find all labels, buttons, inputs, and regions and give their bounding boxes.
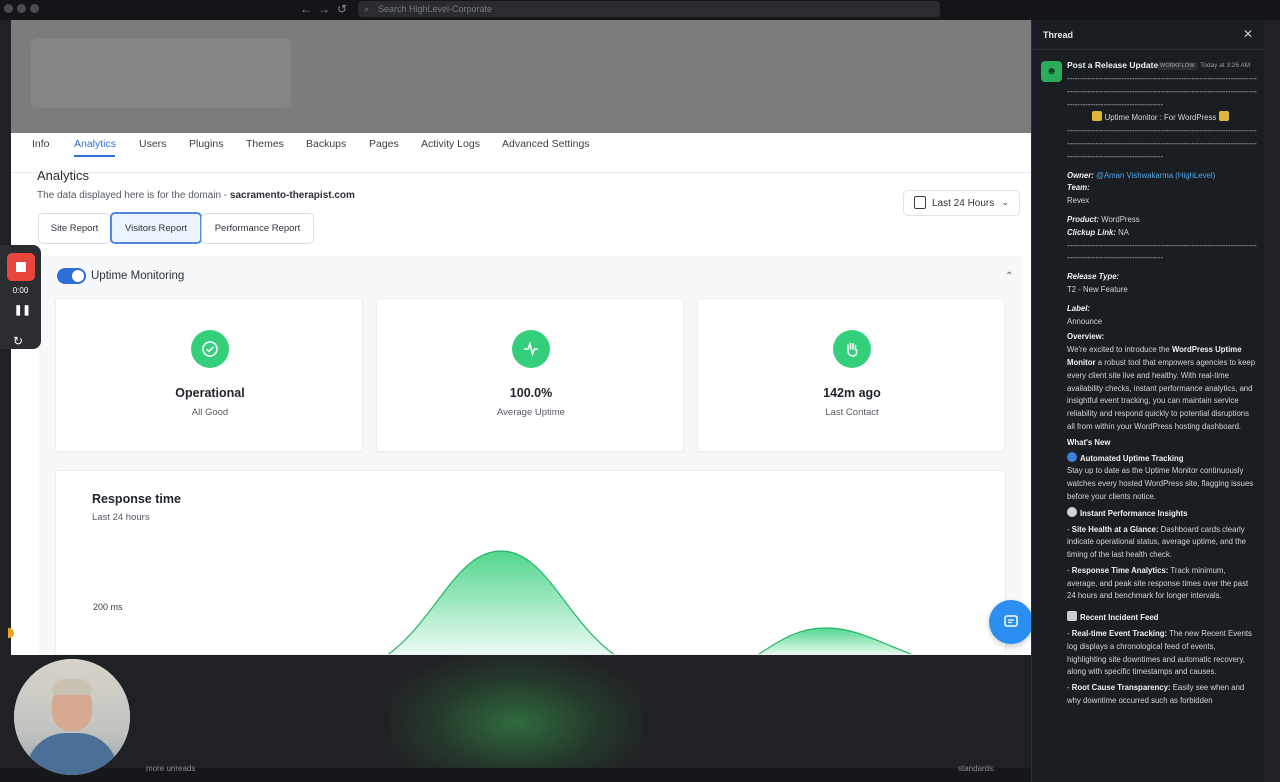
more-unreads-label[interactable]: more unreads — [146, 764, 195, 773]
minimize-window-button[interactable] — [17, 4, 26, 13]
page-title: Analytics — [37, 168, 90, 183]
stop-recording-button[interactable] — [7, 253, 35, 281]
window-chrome: ← → ↺ ⌕ Search HighLevel-Corporate — [0, 0, 1280, 20]
tab-advanced-settings[interactable]: Advanced Settings — [502, 138, 590, 150]
y-axis-label: 200 ms — [93, 602, 123, 612]
date-range-select[interactable]: Last 24 Hours ⌄ — [903, 190, 1020, 216]
newspaper-emoji-icon — [1067, 611, 1077, 622]
hand-icon — [833, 330, 871, 368]
release-headline: Uptime Monitor : For WordPress — [1104, 113, 1217, 123]
forward-arrow-icon[interactable]: → — [318, 2, 330, 16]
recording-timer: 0:00 — [12, 286, 29, 295]
close-window-button[interactable] — [4, 4, 13, 13]
search-input[interactable]: ⌕ Search HighLevel-Corporate — [358, 1, 940, 17]
workflow-avatar: ☻ — [1041, 61, 1062, 82]
status-value: Operational — [175, 386, 245, 400]
response-time-card: Response time Last 24 hours 200 ms — [55, 470, 1006, 655]
pause-icon[interactable]: ❚❚ — [14, 305, 31, 316]
close-icon[interactable]: ✕ — [1243, 27, 1253, 41]
webcam-bubble[interactable] — [14, 659, 130, 775]
status-card: Operational All Good — [55, 298, 363, 452]
recording-controls: 0:00 ❚❚ ↻ — [0, 245, 41, 349]
chevron-down-icon: ⌄ — [1001, 197, 1009, 207]
check-circle-icon — [191, 330, 229, 368]
response-time-title: Response time — [92, 492, 181, 506]
last-contact-label: Last Contact — [825, 407, 879, 418]
back-arrow-icon[interactable]: ← — [300, 2, 312, 16]
chart-emoji-icon — [1091, 111, 1102, 122]
domain-name: sacramento-therapist.com — [229, 190, 355, 201]
search-placeholder: Search HighLevel-Corporate — [378, 4, 493, 14]
poster-name[interactable]: Post a Release Update — [1067, 60, 1158, 70]
tab-activity-logs[interactable]: Activity Logs — [421, 138, 480, 150]
stopwatch-emoji-icon — [1067, 506, 1077, 517]
average-uptime-card: 100.0% Average Uptime — [376, 298, 684, 452]
calendar-icon — [914, 196, 926, 209]
dimmed-header-area — [11, 20, 1031, 133]
tab-info[interactable]: Info — [32, 138, 50, 150]
response-time-chart — [387, 550, 913, 654]
search-icon: ⌕ — [364, 4, 370, 14]
message-body: ----------------------------------------… — [1067, 74, 1257, 706]
active-tab-indicator — [74, 155, 115, 157]
chart-emoji-icon — [1219, 111, 1230, 122]
activity-icon — [512, 330, 550, 368]
tab-pages[interactable]: Pages — [369, 138, 399, 150]
last-contact-value: 142m ago — [823, 386, 881, 400]
tab-users[interactable]: Users — [139, 138, 166, 150]
chat-widget-button[interactable] — [989, 600, 1033, 644]
response-peak-1 — [387, 550, 615, 654]
workflow-badge: WORKFLOW — [1158, 62, 1197, 70]
left-sidebar-strip — [0, 20, 11, 782]
restart-icon[interactable]: ↻ — [13, 334, 23, 348]
bottom-right-text: standards. — [958, 764, 996, 773]
site-report-button[interactable]: Site Report — [38, 213, 111, 244]
thread-title: Thread — [1043, 30, 1074, 40]
average-uptime-value: 100.0% — [509, 386, 553, 400]
right-edge-strip — [1264, 20, 1280, 782]
date-range-value: Last 24 Hours — [932, 197, 995, 209]
uptime-label: Uptime Monitoring — [91, 270, 185, 282]
performance-report-button[interactable]: Performance Report — [201, 213, 314, 244]
thread-panel: Thread ✕ ☻ Post a Release Update WORKFLO… — [1031, 20, 1264, 782]
tab-themes[interactable]: Themes — [246, 138, 284, 150]
globe-emoji-icon — [1067, 451, 1077, 462]
chevron-up-icon[interactable]: ⌃ — [1005, 271, 1013, 282]
post-timestamp[interactable]: Today at 3:26 AM — [1200, 62, 1250, 69]
response-time-subtitle: Last 24 hours — [92, 512, 150, 523]
tab-analytics[interactable]: Analytics — [74, 138, 116, 150]
history-icon[interactable]: ↺ — [337, 2, 347, 16]
thread-header: Thread ✕ — [1032, 20, 1264, 50]
uptime-toggle[interactable] — [57, 268, 86, 284]
tab-plugins[interactable]: Plugins — [189, 138, 223, 150]
screen-share-overlay — [11, 655, 1031, 768]
average-uptime-label: Average Uptime — [497, 407, 565, 418]
visitors-report-button[interactable]: Visitors Report — [110, 212, 202, 244]
domain-note: The data displayed here is for the domai… — [37, 190, 355, 201]
response-peak-2 — [757, 627, 913, 654]
tab-backups[interactable]: Backups — [306, 138, 346, 150]
last-contact-card: 142m ago Last Contact — [697, 298, 1005, 452]
zoom-window-button[interactable] — [30, 4, 39, 13]
status-label: All Good — [191, 407, 229, 418]
owner-mention[interactable]: @Aman Vishwakarma (HighLevel) — [1096, 171, 1215, 180]
